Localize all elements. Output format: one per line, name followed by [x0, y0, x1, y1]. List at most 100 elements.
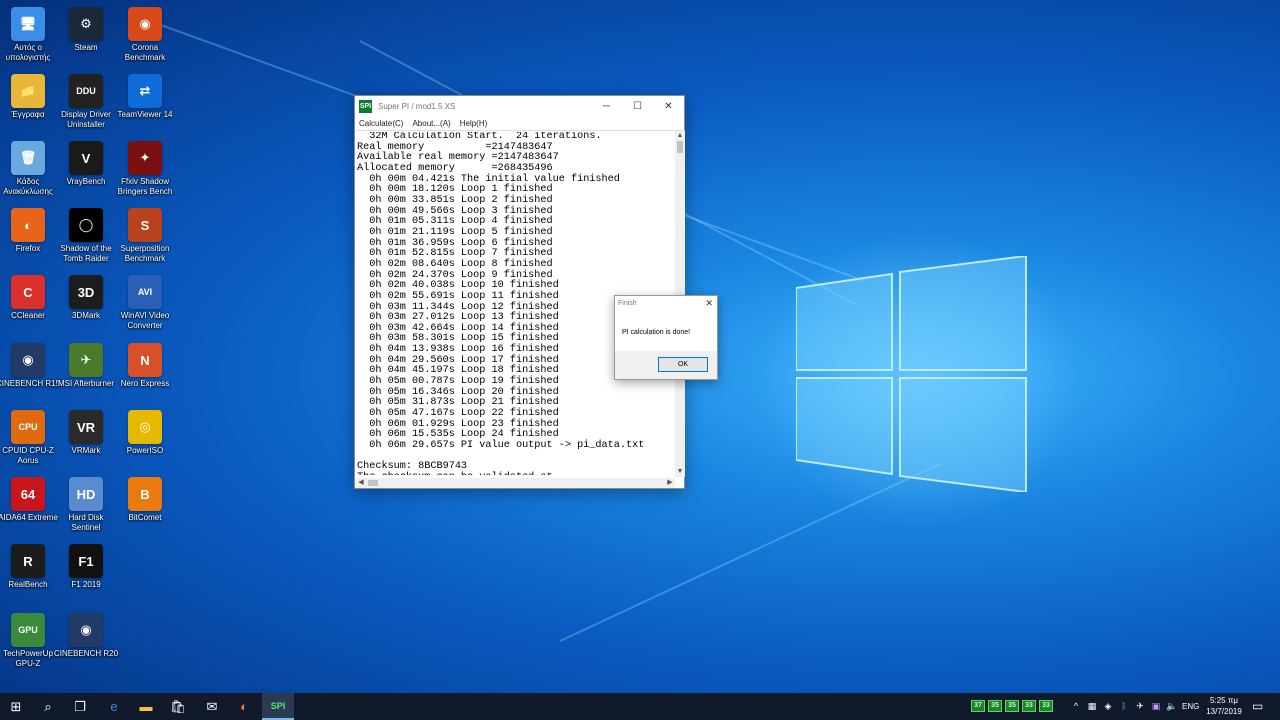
desktop-icon-label: Firefox: [15, 244, 41, 253]
start-icon[interactable]: ⊞: [0, 693, 32, 720]
scroll-up-icon[interactable]: ▲: [675, 131, 685, 141]
input-language[interactable]: ENG: [1182, 702, 1199, 711]
desktop-icon-label: CINEBENCH R20: [54, 649, 119, 658]
minimize-icon[interactable]: ─: [591, 96, 622, 116]
desktop-icon-label: Shadow of the Tomb Raider: [60, 244, 112, 263]
desktop-icon[interactable]: ◉ Corona Benchmark: [113, 4, 177, 70]
desktop-icon[interactable]: S Superposition Benchmark: [113, 205, 177, 271]
desktop-icon-label: Display Driver Uninstaller: [61, 110, 111, 129]
desktop-icon[interactable]: F1 F1 2019: [54, 541, 118, 607]
network-icon[interactable]: ▦: [1086, 700, 1098, 712]
hscroll-thumb[interactable]: [368, 480, 378, 486]
desktop-icon[interactable]: ◉ CINEBENCH R20: [54, 610, 118, 676]
desktop-icon[interactable]: ◎ PowerISO: [113, 407, 177, 473]
notifications-icon[interactable]: ▭: [1252, 699, 1263, 713]
scroll-right-icon[interactable]: ▶: [665, 478, 675, 488]
computer-icon: 🖥: [11, 7, 45, 41]
desktop-icon[interactable]: ◯ Shadow of the Tomb Raider: [54, 205, 118, 271]
gpu-tray-icon[interactable]: ◈: [1102, 700, 1114, 712]
desktop-icon-label: WinAVI Video Converter: [120, 311, 170, 330]
desktop-icon[interactable]: CPU CPUID CPU-Z Aorus: [0, 407, 60, 473]
temp-badge[interactable]: 33: [1022, 700, 1036, 712]
desktop-icon[interactable]: ✦ Ffxiv Shadow Bringers Bench: [113, 138, 177, 204]
teamviewer-icon: ⇄: [128, 74, 162, 108]
desktop-icon[interactable]: 📁 Έγγραφα: [0, 71, 60, 137]
desktop-icon[interactable]: ⇄ TeamViewer 14: [113, 71, 177, 137]
poweriso-icon: ◎: [128, 410, 162, 444]
ok-button[interactable]: OK: [658, 357, 708, 372]
finish-dialog[interactable]: Finish ✕ PI calculation is done! OK: [614, 295, 718, 380]
desktop-icon-label: Hard Disk Sentinel: [68, 513, 104, 532]
desktop-icon-label: CPUID CPU-Z Aorus: [2, 446, 54, 465]
dialog-title: Finish ✕: [615, 296, 717, 312]
superpi-window[interactable]: SPI Super PI / mod1.5 XS ─ ☐ ✕ Calculate…: [354, 95, 685, 489]
close-icon[interactable]: ✕: [653, 96, 684, 116]
desktop-icon[interactable]: VR VRMark: [54, 407, 118, 473]
superpi-app-icon: SPI: [359, 99, 372, 113]
desktop-icon[interactable]: 🖥 Αυτός ο υπολογιστής: [0, 4, 60, 70]
desktop-icon-label: Αυτός ο υπολογιστής: [5, 43, 51, 62]
superpi-taskbar-icon[interactable]: SPI: [262, 693, 294, 720]
file-explorer-icon[interactable]: ▬: [130, 693, 162, 720]
desktop-icon[interactable]: AVI WinAVI Video Converter: [113, 272, 177, 338]
winavi-icon: AVI: [128, 275, 162, 309]
close-icon[interactable]: ✕: [705, 298, 713, 309]
desktop-icon-label: MSI Afterburner: [57, 379, 115, 388]
superpi-menubar: Calculate(C) About...(A) Help(H): [355, 116, 684, 130]
desktop-icon[interactable]: HD Hard Disk Sentinel: [54, 474, 118, 540]
recycle-bin-icon: 🗑: [11, 141, 45, 175]
app-tray-icon[interactable]: ▣: [1150, 700, 1162, 712]
scroll-left-icon[interactable]: ◀: [356, 478, 366, 488]
desktop-icon-label: TeamViewer 14: [117, 110, 173, 119]
desktop-icon[interactable]: N Nero Express: [113, 340, 177, 406]
vrmark-icon: VR: [69, 410, 103, 444]
desktop-icon[interactable]: 3D 3DMark: [54, 272, 118, 338]
desktop-icon[interactable]: B BitComet: [113, 474, 177, 540]
edge-icon[interactable]: e: [98, 693, 130, 720]
f1-2019-icon: F1: [69, 544, 103, 578]
desktop-icon[interactable]: 🗑 Κάδος Ανακύκλωσης: [0, 138, 60, 204]
desktop-icon[interactable]: ◉ CINEBENCH R15: [0, 340, 60, 406]
msi-tray-icon[interactable]: ✈: [1134, 700, 1146, 712]
desktop-icon[interactable]: 64 AIDA64 Extreme: [0, 474, 60, 540]
firefox-icon[interactable]: ◐: [228, 693, 260, 720]
volume-icon[interactable]: 🔈: [1166, 700, 1178, 712]
desktop-icon[interactable]: ◐ Firefox: [0, 205, 60, 271]
3dmark-icon: 3D: [69, 275, 103, 309]
scroll-thumb[interactable]: [677, 141, 683, 153]
task-view-icon[interactable]: ❐: [64, 693, 96, 720]
desktop-icon[interactable]: GPU TechPowerUp GPU-Z: [0, 610, 60, 676]
temp-badge[interactable]: 35: [1005, 700, 1019, 712]
mail-icon[interactable]: ✉: [196, 693, 228, 720]
chevron-up-icon[interactable]: ^: [1070, 700, 1082, 712]
desktop-icon-label: Superposition Benchmark: [120, 244, 170, 263]
temp-badge[interactable]: 33: [1039, 700, 1053, 712]
temp-badge[interactable]: 35: [988, 700, 1002, 712]
menu-calculate[interactable]: Calculate(C): [359, 119, 403, 128]
ffxiv-icon: ✦: [128, 141, 162, 175]
horizontal-scrollbar[interactable]: ◀ ▶: [356, 478, 675, 488]
superpi-title: Super PI / mod1.5 XS: [378, 101, 456, 111]
bluetooth-icon[interactable]: ᛒ: [1118, 700, 1130, 712]
output-line: 0h 06m 29.657s PI value output -> pi_dat…: [357, 440, 645, 452]
superpi-titlebar[interactable]: SPI Super PI / mod1.5 XS ─ ☐ ✕: [355, 96, 684, 116]
menu-about[interactable]: About...(A): [412, 119, 450, 128]
desktop-icon[interactable]: ✈ MSI Afterburner: [54, 340, 118, 406]
scroll-down-icon[interactable]: ▼: [675, 467, 685, 477]
maximize-icon[interactable]: ☐: [622, 96, 653, 116]
clock[interactable]: 5:25 πμ 13/7/2019: [1204, 695, 1244, 717]
desktop-icon[interactable]: ⚙ Steam: [54, 4, 118, 70]
desktop-icon-label: 3DMark: [71, 311, 100, 320]
documents-folder-icon: 📁: [11, 74, 45, 108]
menu-help[interactable]: Help(H): [460, 119, 488, 128]
desktop-icon[interactable]: DDU Display Driver Uninstaller: [54, 71, 118, 137]
store-icon[interactable]: 🛍: [162, 693, 194, 720]
firefox-icon: ◐: [11, 208, 45, 242]
search-icon[interactable]: ⌕: [32, 693, 64, 720]
ddu-icon: DDU: [69, 74, 103, 108]
desktop-icon[interactable]: V VrayBench: [54, 138, 118, 204]
desktop-icon-label: Nero Express: [120, 379, 170, 388]
temp-badge[interactable]: 37: [971, 700, 985, 712]
desktop-icon[interactable]: C CCleaner: [0, 272, 60, 338]
desktop-icon[interactable]: R RealBench: [0, 541, 60, 607]
